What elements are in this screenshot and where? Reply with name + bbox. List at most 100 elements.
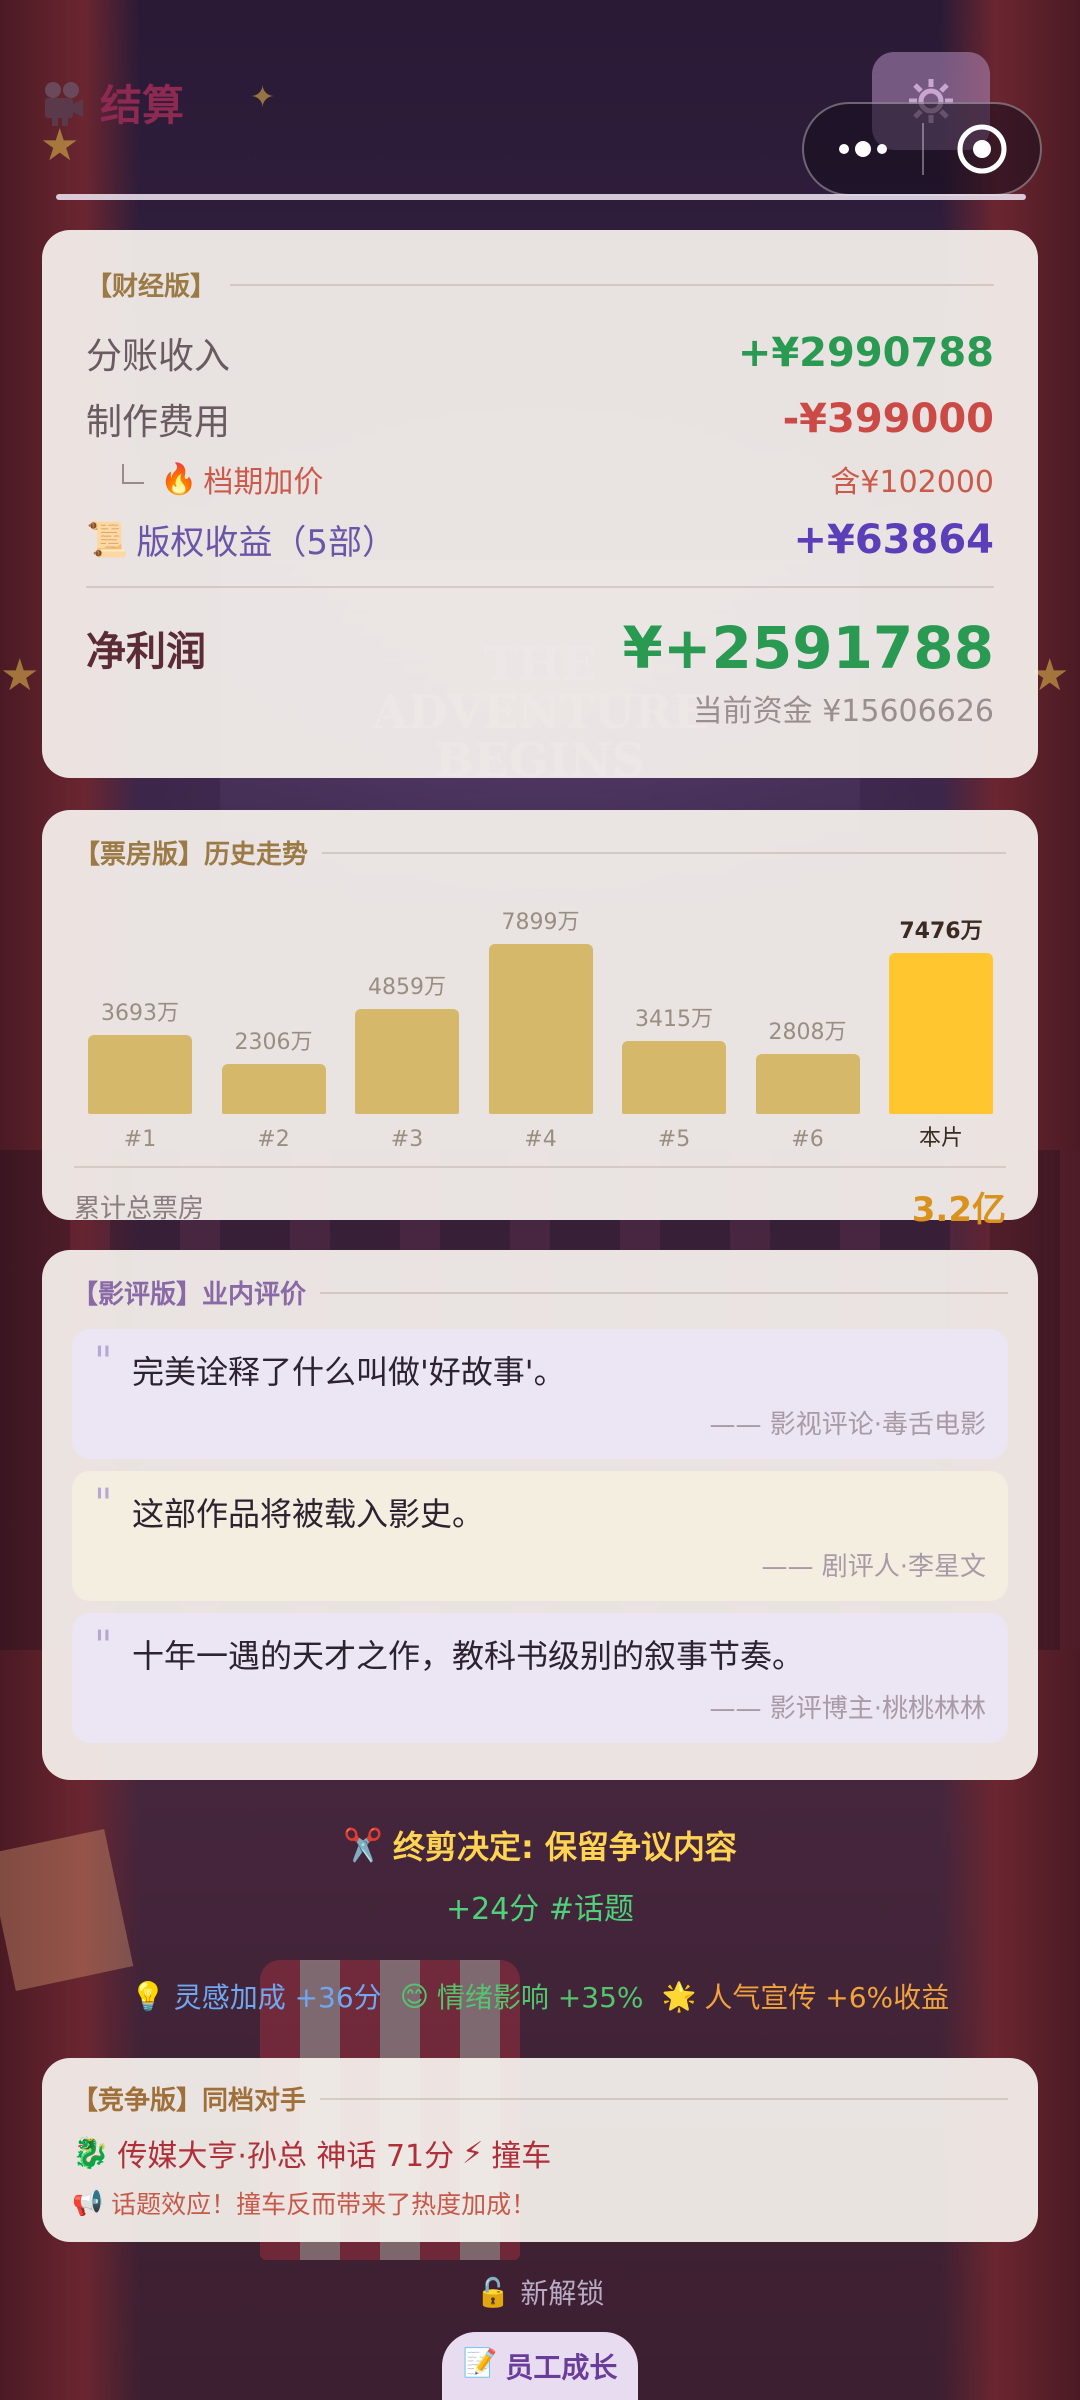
megaphone-icon: 📢 — [72, 2188, 104, 2217]
revenue-value: +¥2990788 — [737, 330, 994, 376]
review-item: " 完美诠释了什么叫做'好故事'。 —— 影视评论·毒舌电影 — [72, 1329, 1008, 1459]
bar-column: 3693万 #1 — [88, 875, 192, 1152]
bar — [755, 1054, 860, 1114]
staff-growth-button[interactable]: 📝 员工成长 — [442, 2332, 638, 2400]
review-text: 这部作品将被载入影史。 — [132, 1495, 485, 1533]
divider — [74, 1166, 1006, 1168]
review-text: 完美诠释了什么叫做'好故事'。 — [132, 1353, 566, 1391]
scroll-edge — [56, 194, 1026, 200]
sparkle-icon: 🌟 — [661, 1979, 697, 2013]
royalty-label-group: 📜 版权收益（5部） — [86, 515, 396, 564]
revenue-label: 分账收入 — [86, 336, 231, 377]
final-cut-title: 终剪决定: 保留争议内容 — [392, 1828, 737, 1866]
unlock-row: 🔓 新解锁 — [0, 2272, 1080, 2312]
review-author: —— 影评博主·桃桃林林 — [709, 1694, 986, 1724]
bar-category-label: 本片 — [918, 1126, 963, 1151]
bar-value-label: 7476万 — [899, 919, 983, 944]
lightning-icon: ⚡ — [462, 2135, 484, 2171]
total-label: 累计总票房 — [74, 1194, 205, 1224]
scroll-icon: 📜 — [86, 519, 129, 560]
royalty-value: +¥63864 — [793, 516, 994, 563]
divider — [320, 2097, 1008, 2100]
more-button[interactable] — [804, 104, 922, 194]
target-close-icon — [957, 124, 1007, 174]
revenue-row: 分账收入 +¥2990788 — [86, 327, 994, 379]
bar-column: 7899万 #4 — [488, 875, 593, 1152]
divider — [322, 851, 1006, 854]
clash-text: 撞车 — [491, 2139, 552, 2174]
finance-header: 【财经版】 — [86, 266, 994, 303]
competition-card: 【竞争版】同档对手 🐉 传媒大亨·孙总 神话 71分 ⚡ 撞车 📢 话题效应！撞… — [42, 2058, 1038, 2242]
bar-value-label: 3693万 — [101, 1001, 179, 1026]
quote-icon: " — [94, 1623, 113, 1669]
film-camera-icon — [45, 81, 83, 126]
bar — [488, 944, 593, 1114]
premium-value: 含¥102000 — [830, 465, 994, 500]
bar-category-label: #5 — [657, 1127, 691, 1152]
quote-icon: " — [94, 1481, 113, 1527]
bar-value-label: 7899万 — [501, 910, 580, 935]
bar-value-label: 2808万 — [768, 1020, 847, 1045]
competition-header: 【竞争版】同档对手 — [72, 2080, 1008, 2117]
top-bar: 结算 — [0, 0, 1080, 200]
more-dot-icon — [877, 144, 887, 154]
bar-category-label: #3 — [390, 1127, 424, 1152]
bar-category-label: #4 — [524, 1127, 557, 1152]
bar-value-label: 4859万 — [368, 975, 446, 1000]
total-box-office-row: 累计总票房 3.2亿 — [74, 1182, 1006, 1231]
bar — [221, 1064, 326, 1114]
bar — [88, 1035, 192, 1114]
bar-category-label: #2 — [257, 1127, 290, 1152]
topic-effect-row: 📢 话题效应！撞车反而带来了热度加成！ — [72, 2185, 1008, 2221]
net-profit-value: ¥+2591788 — [622, 614, 994, 682]
royalty-row: 📜 版权收益（5部） +¥63864 — [86, 515, 994, 564]
current-funds: 当前资金 ¥15606626 — [692, 694, 994, 729]
bar-column: 4859万 #3 — [355, 875, 459, 1152]
more-dot-icon — [839, 144, 849, 154]
lightbulb-icon: 💡 — [130, 1979, 166, 2013]
final-cut-result: ✂️ 终剪决定: 保留争议内容 +24分 #话题 — [0, 1822, 1080, 1928]
final-cut-title-row: ✂️ 终剪决定: 保留争议内容 — [0, 1822, 1080, 1868]
premium-label: 档期加价 — [203, 465, 324, 500]
section-label: 【竞争版】同档对手 — [72, 2086, 307, 2116]
box-office-header: 【票房版】历史走势 — [74, 834, 1006, 871]
bar-current-film — [889, 953, 993, 1114]
bar — [622, 1041, 726, 1114]
cost-label: 制作费用 — [86, 402, 231, 443]
divider — [86, 586, 994, 588]
net-profit-row: 净利润 ¥+2591788 — [86, 614, 994, 682]
inspiration-text: 灵感加成 +36分 — [173, 1981, 382, 2014]
review-item: " 十年一遇的天才之作，教科书级别的叙事节奏。 —— 影评博主·桃桃林林 — [72, 1613, 1008, 1743]
review-author: —— 剧评人·李星文 — [761, 1552, 986, 1582]
star-icon: ★ — [0, 650, 40, 701]
more-dot-icon — [855, 141, 871, 157]
review-author: —— 影视评论·毒舌电影 — [709, 1410, 986, 1440]
bar-category-label: #6 — [791, 1127, 824, 1152]
effects-row: 💡 灵感加成 +36分 😊 情绪影响 +35% 🌟 人气宣传 +6%收益 — [0, 1976, 1080, 2016]
page-title: 结算 — [100, 81, 185, 130]
bar-column: 3415万 #5 — [622, 875, 726, 1152]
royalty-label: 版权收益（5部） — [136, 523, 396, 563]
net-profit-label: 净利润 — [86, 629, 206, 675]
staff-growth-label: 员工成长 — [505, 2351, 618, 2384]
bar-value-label: 3415万 — [635, 1007, 713, 1032]
smile-icon: 😊 — [399, 1979, 429, 2013]
section-label: 【财经版】 — [86, 272, 217, 302]
reviews-header: 【影评版】业内评价 — [72, 1274, 1008, 1311]
close-button[interactable] — [924, 104, 1040, 194]
box-office-chart: 3693万 #1 2306万 #2 4859万 #3 7899万 #4 3415万 #5 2808万… — [74, 875, 1006, 1152]
box-office-card: 【票房版】历史走势 3693万 #1 2306万 #2 4859万 #3 7899万 #4 34… — [42, 810, 1038, 1230]
reviews-card: 【影评版】业内评价 " 完美诠释了什么叫做'好故事'。 —— 影视评论·毒舌电影… — [42, 1250, 1038, 1780]
section-label: 【影评版】业内评价 — [72, 1280, 307, 1310]
cost-row: 制作费用 -¥399000 — [86, 393, 994, 445]
bar-category-label: #1 — [123, 1127, 157, 1152]
mini-program-capsule — [802, 102, 1042, 196]
finance-card: 【财经版】 分账收入 +¥2990788 制作费用 -¥399000 🔥 档期加… — [42, 230, 1038, 778]
review-text: 十年一遇的天才之作，教科书级别的叙事节奏。 — [132, 1637, 805, 1675]
fire-icon: 🔥 — [160, 461, 198, 497]
unlock-icon: 🔓 — [475, 2275, 511, 2309]
memo-icon: 📝 — [462, 2346, 498, 2379]
bar-column: 2808万 #6 — [755, 875, 860, 1152]
total-value: 3.2亿 — [911, 1190, 1006, 1230]
emotion-text: 情绪影响 +35% — [436, 1981, 644, 2014]
